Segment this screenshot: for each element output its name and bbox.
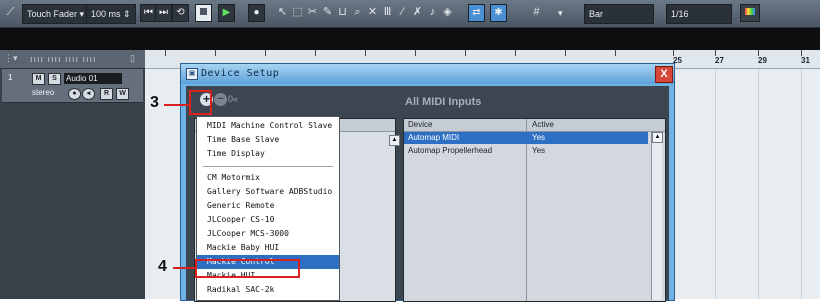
forward-end-button[interactable]: ⏭ [155, 4, 172, 22]
snap-icon[interactable]: ✱ [490, 4, 507, 22]
device-cell: Automap MIDI [408, 133, 460, 142]
auto-scroll-icon[interactable]: ⇄ [468, 4, 485, 22]
device-cell: Automap Propellerhead [408, 146, 493, 155]
color-palette-icon[interactable] [740, 4, 760, 22]
grid-dropdown-arrow[interactable]: ▾ [558, 4, 563, 22]
ruler-bar-label: 29 [758, 56, 767, 65]
active-cell[interactable]: Yes [532, 132, 545, 144]
record-enable-button[interactable]: ● [68, 88, 81, 100]
ruler-bar-label: 31 [801, 56, 810, 65]
track-list: 1 M S Audio 01 stereo ● ◂ R W [0, 69, 145, 299]
step-4-callout: 4 [158, 258, 167, 275]
table-scrollbar[interactable]: ▲ [651, 132, 663, 300]
mute-tool-icon[interactable]: ✗ [411, 4, 424, 20]
step-3-leader-line [164, 104, 189, 106]
read-automation-button[interactable]: R [100, 88, 113, 100]
close-button[interactable]: X [655, 66, 673, 83]
ruler-bar-label: 27 [715, 56, 724, 65]
column-header-active[interactable]: Active [532, 119, 554, 131]
menu-item[interactable]: JLCooper MCS-3000 [197, 227, 339, 241]
menu-item[interactable]: MIDI Machine Control Slave [197, 119, 339, 133]
menu-item[interactable]: JLCooper CS-10 [197, 213, 339, 227]
grid-icon[interactable]: # [530, 4, 543, 20]
midi-inputs-table: Device Active Automap MIDI Yes Automap P… [403, 118, 666, 302]
step-4-highlight [195, 259, 300, 278]
split-tool-icon[interactable]: ✂ [306, 4, 319, 20]
color-tool-icon[interactable]: ◈ [441, 4, 454, 20]
pointer-tool-icon[interactable]: ↖ [276, 4, 289, 20]
table-row[interactable]: Automap MIDI Yes [404, 132, 648, 144]
track-header-buttons[interactable]: ıııı ıııı ıııı ıııı [30, 54, 97, 64]
track-list-header: ⋮▾ ıııı ıııı ıııı ıııı ▯ [0, 50, 145, 69]
range-tool-icon[interactable]: ⬚ [291, 4, 304, 20]
menu-item[interactable]: CM Motormix [197, 171, 339, 185]
track-number: 1 [8, 73, 13, 82]
glue-tool-icon[interactable]: ⊔ [336, 4, 349, 20]
menu-item[interactable]: Mackie Baby HUI [197, 241, 339, 255]
line-tool-icon[interactable]: ⁄ [396, 4, 409, 20]
record-button[interactable]: ● [248, 4, 265, 22]
cycle-button[interactable]: ⟲ [172, 4, 189, 22]
menu-item[interactable]: Time Display [197, 147, 339, 161]
menu-item[interactable]: Gallery Software ADBStudio [197, 185, 339, 199]
step-4-leader-line [173, 267, 196, 269]
column-header-device[interactable]: Device [408, 119, 432, 131]
scroll-up-icon[interactable]: ▲ [389, 135, 400, 146]
reset-device-button[interactable]: 0« [228, 93, 238, 106]
dialog-title-bar[interactable]: ▣ Device Setup X [181, 64, 674, 84]
window-icon: ▣ [186, 68, 198, 80]
track-row[interactable]: 1 M S Audio 01 stereo ● ◂ R W [2, 69, 143, 103]
quantize-dropdown[interactable]: 1/16 [666, 4, 732, 24]
stop-button[interactable] [195, 4, 212, 22]
channel-config: stereo [32, 88, 55, 97]
draw-tool-icon[interactable]: ✎ [321, 4, 334, 20]
play-button[interactable]: ▶ [218, 4, 235, 22]
write-automation-button[interactable]: W [116, 88, 129, 100]
status-bar [0, 28, 820, 50]
menu-item[interactable]: Time Base Slave [197, 133, 339, 147]
pencil-automation-icon[interactable]: ⟋ [4, 4, 17, 20]
automation-mode-dropdown[interactable]: Touch Fader ▾ [22, 4, 90, 24]
track-menu-icon[interactable]: ⋮▾ [4, 53, 18, 64]
timewarp-tool-icon[interactable]: Ⅲ [381, 4, 394, 20]
step-3-callout: 3 [150, 94, 159, 111]
solo-button[interactable]: S [48, 73, 61, 85]
reset-icon: « [233, 94, 239, 104]
play-tool-icon[interactable]: ♪ [426, 4, 439, 20]
mute-button[interactable]: M [32, 73, 45, 85]
step-3-highlight [189, 90, 212, 115]
menu-item[interactable]: Generic Remote [197, 199, 339, 213]
menu-separator [203, 166, 333, 167]
zoom-tool-icon[interactable]: ⌕ [351, 4, 364, 20]
track-name[interactable]: Audio 01 [64, 73, 122, 84]
remove-device-button[interactable]: − [214, 93, 227, 106]
active-cell[interactable]: Yes [532, 145, 545, 157]
panel-title: All MIDI Inputs [405, 96, 482, 108]
latency-dropdown[interactable]: 100 ms ⇕ [86, 4, 136, 24]
scroll-up-icon[interactable]: ▲ [652, 132, 663, 143]
table-row[interactable]: Automap Propellerhead Yes [404, 145, 648, 157]
dialog-title: Device Setup [201, 68, 280, 79]
snap-type-dropdown[interactable]: Bar [584, 4, 654, 24]
device-toolbar: + − 0« All MIDI Inputs [186, 86, 669, 114]
monitor-button[interactable]: ◂ [82, 88, 95, 100]
menu-item[interactable]: Radikal SAC-2k [197, 283, 339, 297]
erase-tool-icon[interactable]: ✕ [366, 4, 379, 20]
track-view-icon[interactable]: ▯ [130, 53, 135, 64]
main-toolbar: ⟋ Touch Fader ▾ 100 ms ⇕ ⏮ ⏭ ⟲ ▶ ● ↖ ⬚ ✂… [0, 0, 820, 28]
